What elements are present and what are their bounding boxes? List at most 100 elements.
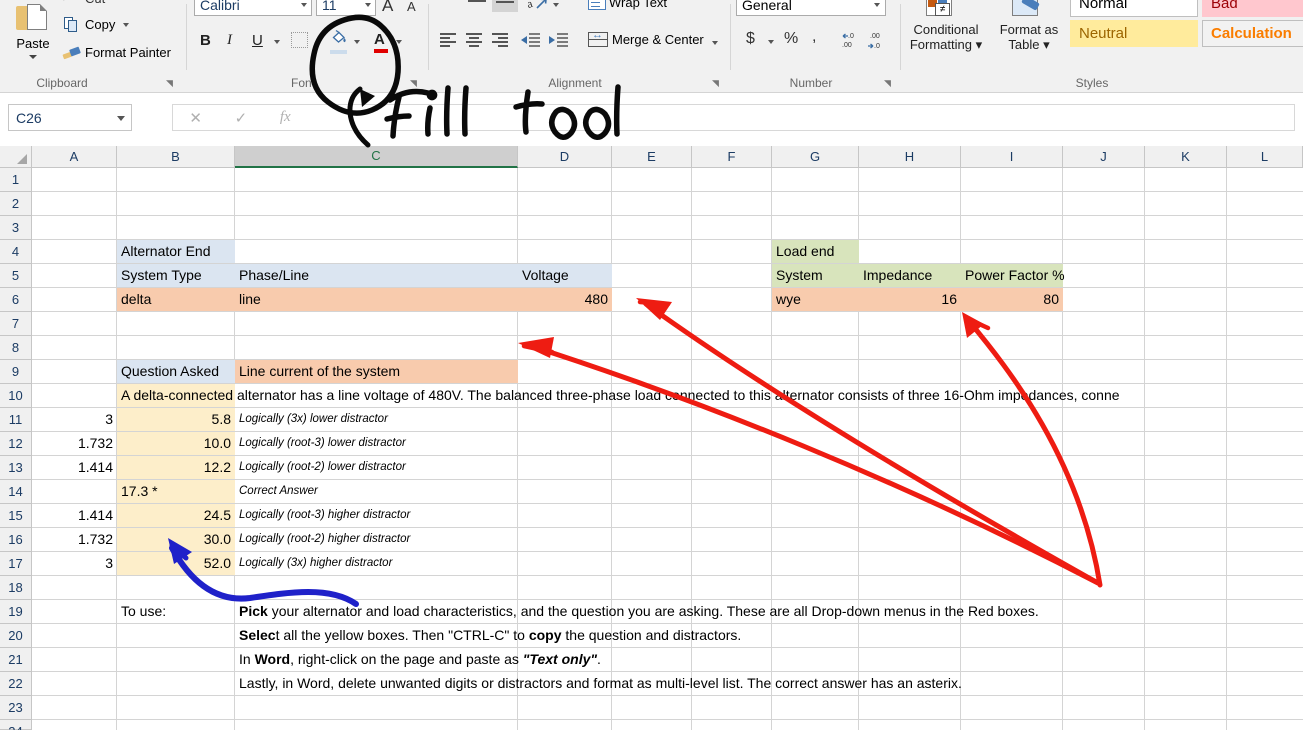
cut-button[interactable]: ✂ Cut — [62, 0, 105, 9]
grow-font-button[interactable]: A — [382, 0, 393, 16]
chevron-down-icon[interactable] — [117, 116, 125, 121]
row-header-4[interactable]: 4 — [0, 240, 32, 264]
row-header-2[interactable]: 2 — [0, 192, 32, 216]
formula-input[interactable] — [307, 104, 1295, 131]
fill-color-swatch[interactable] — [330, 50, 347, 54]
cell-C20[interactable]: Select all the yellow boxes. Then "CTRL-… — [235, 624, 741, 647]
increase-indent-button[interactable] — [548, 33, 568, 50]
chevron-down-icon[interactable] — [711, 41, 718, 45]
column-header-D[interactable]: D — [518, 146, 612, 168]
orientation-button[interactable]: a — [525, 0, 548, 16]
cell-C12[interactable]: Logically (root-3) lower distractor — [235, 432, 518, 455]
font-color-swatch[interactable] — [374, 49, 388, 53]
italic-button[interactable]: I — [227, 32, 232, 49]
cell-B9[interactable]: Question Asked — [117, 360, 235, 383]
cell-B19[interactable]: To use: — [117, 600, 235, 623]
align-center-button[interactable] — [466, 33, 482, 49]
cell-C6[interactable]: line — [235, 288, 518, 311]
row-header-14[interactable]: 14 — [0, 480, 32, 504]
row-header-1[interactable]: 1 — [0, 168, 32, 192]
alignment-dialog-launcher[interactable]: ◥ — [712, 78, 722, 88]
cell-C16[interactable]: Logically (root-2) higher distractor — [235, 528, 518, 551]
row-header-12[interactable]: 12 — [0, 432, 32, 456]
row-header-22[interactable]: 22 — [0, 672, 32, 696]
column-header-A[interactable]: A — [32, 146, 117, 168]
row-header-21[interactable]: 21 — [0, 648, 32, 672]
row-header-17[interactable]: 17 — [0, 552, 32, 576]
row-header-15[interactable]: 15 — [0, 504, 32, 528]
cell-B14[interactable]: 17.3 * — [117, 480, 235, 503]
chevron-down-icon[interactable] — [768, 40, 774, 44]
cell-A16[interactable]: 1.732 — [32, 528, 117, 551]
bold-button[interactable]: B — [200, 32, 211, 49]
name-box[interactable]: C26 — [8, 104, 132, 131]
chevron-down-icon[interactable]: ▾ — [1043, 37, 1050, 52]
cell-B13[interactable]: 12.2 — [117, 456, 235, 479]
enter-icon[interactable]: ✓ — [235, 109, 248, 127]
row-header-23[interactable]: 23 — [0, 696, 32, 720]
column-header-G[interactable]: G — [772, 146, 859, 168]
row-header-5[interactable]: 5 — [0, 264, 32, 288]
chevron-down-icon[interactable] — [29, 55, 37, 59]
column-header-E[interactable]: E — [612, 146, 692, 168]
cell-B5[interactable]: System Type — [117, 264, 235, 287]
wrap-text-button[interactable]: Wrap Text — [588, 0, 667, 10]
cell-G4[interactable]: Load end — [772, 240, 859, 263]
font-size-select[interactable]: 11 — [316, 0, 376, 16]
row-header-8[interactable]: 8 — [0, 336, 32, 360]
row-header-20[interactable]: 20 — [0, 624, 32, 648]
row-header-9[interactable]: 9 — [0, 360, 32, 384]
cell-H5[interactable]: Impedance — [859, 264, 961, 287]
borders-icon[interactable] — [291, 32, 308, 48]
cell-B16[interactable]: 30.0 — [117, 528, 235, 551]
cell-A12[interactable]: 1.732 — [32, 432, 117, 455]
number-dialog-launcher[interactable]: ◥ — [884, 78, 894, 88]
align-left-button[interactable] — [440, 33, 456, 49]
cell-B4[interactable]: Alternator End — [117, 240, 235, 263]
column-header-F[interactable]: F — [692, 146, 772, 168]
increase-decimal-button[interactable]: .0 .00 — [840, 32, 860, 53]
insert-function-icon[interactable]: fx — [280, 109, 291, 126]
row-header-19[interactable]: 19 — [0, 600, 32, 624]
cell-B12[interactable]: 10.0 — [117, 432, 235, 455]
cell-style-normal[interactable]: Normal — [1070, 0, 1198, 17]
cell-B17[interactable]: 52.0 — [117, 552, 235, 575]
cell-style-calculation[interactable]: Calculation — [1202, 20, 1303, 47]
column-header-B[interactable]: B — [117, 146, 235, 168]
cell-B15[interactable]: 24.5 — [117, 504, 235, 527]
percent-format-button[interactable]: % — [784, 30, 798, 48]
chevron-down-icon[interactable] — [123, 23, 130, 27]
underline-button[interactable]: U — [252, 32, 263, 49]
cell-C13[interactable]: Logically (root-2) lower distractor — [235, 456, 518, 479]
cell-I5[interactable]: Power Factor % — [961, 264, 1065, 287]
merge-center-button[interactable]: Merge & Center — [588, 29, 718, 47]
decrease-indent-button[interactable] — [520, 33, 540, 50]
cell-A17[interactable]: 3 — [32, 552, 117, 575]
decrease-decimal-button[interactable]: .00 .0 — [866, 32, 886, 53]
column-header-L[interactable]: L — [1227, 146, 1303, 168]
chevron-down-icon[interactable] — [553, 3, 559, 7]
cell-B6[interactable]: delta — [117, 288, 235, 311]
cell-style-bad[interactable]: Bad — [1202, 0, 1303, 17]
cell-C14[interactable]: Correct Answer — [235, 480, 518, 503]
font-family-select[interactable]: Calibri — [194, 0, 312, 16]
column-header-C[interactable]: C — [235, 146, 518, 168]
cell-C21[interactable]: In Word, right-click on the page and pas… — [235, 648, 601, 671]
row-header-3[interactable]: 3 — [0, 216, 32, 240]
cell-C9[interactable]: Line current of the system — [235, 360, 518, 383]
select-all-button[interactable] — [0, 146, 32, 168]
row-header-24[interactable]: 24 — [0, 720, 32, 730]
cell-B10[interactable]: A delta-connected alternator has a line … — [117, 384, 1120, 407]
cancel-icon[interactable]: ✕ — [189, 109, 202, 127]
chevron-down-icon[interactable] — [274, 40, 280, 44]
font-color-button[interactable]: A — [374, 31, 385, 48]
number-format-select[interactable]: General — [736, 0, 886, 16]
cell-A15[interactable]: 1.414 — [32, 504, 117, 527]
comma-format-button[interactable]: , — [812, 28, 816, 46]
chevron-down-icon[interactable]: ▾ — [976, 37, 983, 52]
align-right-button[interactable] — [492, 33, 508, 49]
column-header-H[interactable]: H — [859, 146, 961, 168]
paste-button[interactable]: Paste — [6, 4, 60, 68]
cell-style-neutral[interactable]: Neutral — [1070, 20, 1198, 47]
column-header-K[interactable]: K — [1145, 146, 1227, 168]
